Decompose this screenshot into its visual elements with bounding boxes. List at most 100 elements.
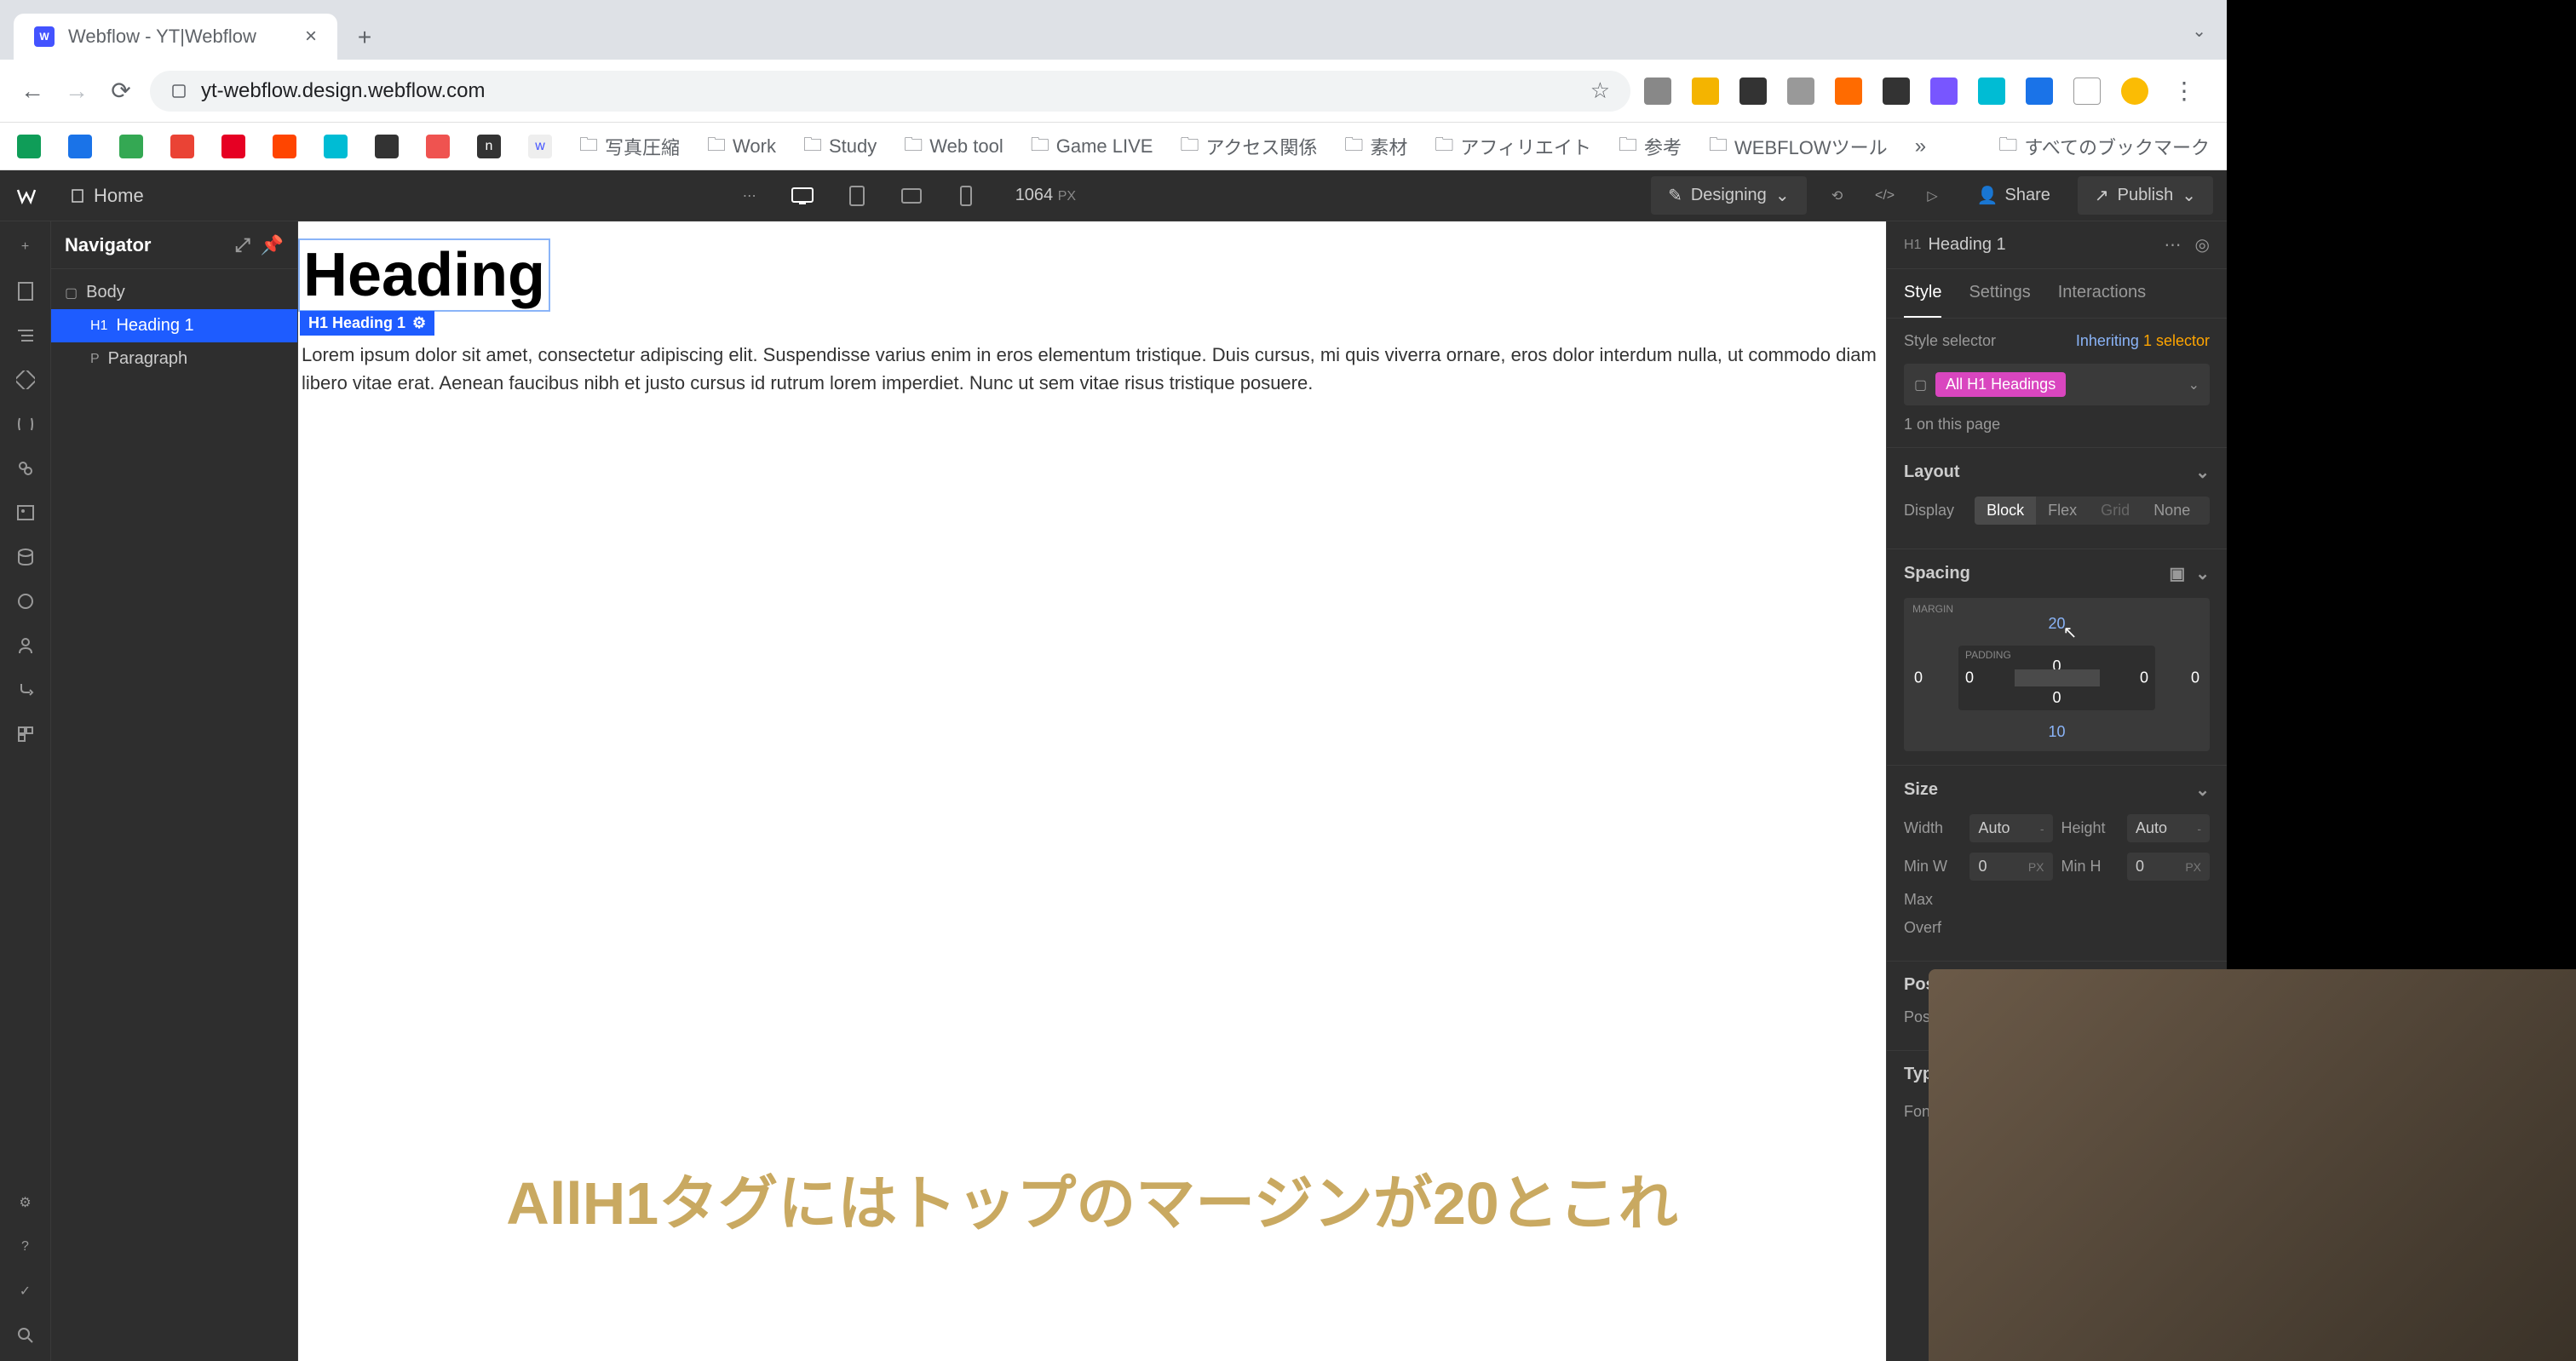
element-tag-label[interactable]: H1 Heading 1 ⚙ [300, 311, 434, 336]
ecommerce-icon[interactable] [14, 589, 37, 613]
ext-icon-8[interactable] [1978, 78, 2005, 105]
spacing-options-icon[interactable]: ▣⌄ [2169, 563, 2210, 584]
users-icon[interactable] [14, 634, 37, 658]
search-icon[interactable] [14, 1324, 37, 1347]
margin-bottom-input[interactable]: 10 [2048, 723, 2065, 741]
tablet-device-button[interactable] [838, 177, 876, 215]
display-grid-button[interactable]: Grid [2089, 497, 2142, 525]
pin-icon[interactable]: 📌 [261, 234, 284, 256]
bookmark-app-5[interactable] [221, 135, 245, 158]
target-icon[interactable]: ◎ [2195, 234, 2210, 256]
variables-icon[interactable] [14, 412, 37, 436]
settings-icon[interactable]: ⚙ [14, 1191, 37, 1215]
share-button[interactable]: 👤Share [1964, 176, 2064, 215]
camera-ext-icon[interactable] [1644, 78, 1671, 105]
tab-dropdown-icon[interactable]: ⌄ [2192, 20, 2206, 42]
tab-style[interactable]: Style [1904, 269, 1941, 318]
bookmark-folder[interactable]: 🗀写真圧縮 [579, 130, 680, 163]
tab-interactions[interactable]: Interactions [2058, 269, 2146, 318]
url-input[interactable]: yt-webflow.design.webflow.com ☆ [150, 71, 1630, 112]
padding-right-input[interactable]: 0 [2140, 669, 2148, 687]
width-input[interactable]: Auto- [1969, 814, 2052, 842]
ext-icon-6[interactable] [1883, 78, 1910, 105]
logic-icon[interactable] [14, 678, 37, 702]
margin-right-input[interactable]: 0 [2191, 669, 2199, 687]
ext-icon-5[interactable] [1835, 78, 1862, 105]
styles-icon[interactable] [14, 457, 37, 480]
collapse-icon[interactable]: ⤢ [235, 234, 250, 256]
add-element-icon[interactable]: + [14, 235, 37, 259]
publish-button[interactable]: ↗Publish⌄ [2078, 176, 2213, 215]
ext-icon-3[interactable] [1739, 78, 1767, 105]
menu-icon[interactable]: ⋮ [2169, 76, 2199, 106]
bookmark-folder[interactable]: 🗀参考 [1619, 130, 1682, 163]
display-flex-button[interactable]: Flex [2036, 497, 2089, 525]
chevron-down-icon[interactable]: ⌄ [2188, 376, 2199, 393]
home-button[interactable]: Home [56, 178, 158, 214]
bookmark-app-4[interactable] [170, 135, 194, 158]
bookmark-app-n[interactable]: n [477, 135, 501, 158]
bookmark-app-6[interactable] [273, 135, 296, 158]
ext-icon-9[interactable] [2026, 78, 2053, 105]
code-icon[interactable]: </> [1868, 179, 1902, 213]
ext-icon-7[interactable] [1930, 78, 1958, 105]
ext-icon-4[interactable] [1787, 78, 1814, 105]
display-none-button[interactable]: None [2142, 497, 2202, 525]
inheriting-link[interactable]: Inheriting 1 selector [2076, 332, 2210, 350]
height-input[interactable]: Auto- [2127, 814, 2210, 842]
bookmark-folder[interactable]: 🗀アフィリエイト [1435, 130, 1591, 163]
display-more-button[interactable]: ⌄ [2202, 497, 2210, 525]
margin-top-input[interactable]: 20 [2048, 615, 2065, 633]
browser-tab[interactable]: W Webflow - YT|Webflow × [14, 14, 337, 60]
layout-section-header[interactable]: Layout ⌄ [1887, 448, 2227, 497]
nav-item-heading[interactable]: H1 Heading 1 [51, 309, 297, 342]
selector-tag-chip[interactable]: All H1 Headings [1935, 372, 2066, 397]
margin-left-input[interactable]: 0 [1914, 669, 1923, 687]
minh-input[interactable]: 0PX [2127, 853, 2210, 881]
bookmark-app-w[interactable]: w [528, 135, 552, 158]
bookmark-app-8[interactable] [375, 135, 399, 158]
bookmark-folder[interactable]: 🗀Web tool [904, 130, 1003, 163]
spacing-section-header[interactable]: Spacing ▣⌄ [1887, 549, 2227, 598]
profile-icon[interactable] [2121, 78, 2148, 105]
webflow-logo-icon[interactable] [14, 183, 39, 209]
sync-icon[interactable]: ⟲ [1820, 179, 1854, 213]
forward-button[interactable]: → [61, 76, 92, 106]
bookmark-app-9[interactable] [426, 135, 450, 158]
desktop-device-button[interactable] [784, 177, 821, 215]
new-tab-button[interactable]: + [348, 20, 382, 55]
more-icon[interactable]: ⋯ [2165, 234, 2182, 256]
bookmark-folder[interactable]: 🗀WEBFLOWツール [1709, 130, 1888, 163]
designing-mode-button[interactable]: ✎Designing⌄ [1651, 176, 1806, 215]
more-options-icon[interactable]: ⋯ [733, 179, 767, 213]
selector-state-icon[interactable]: ▢ [1914, 376, 1927, 393]
bookmark-app-3[interactable] [119, 135, 143, 158]
bookmark-overflow[interactable]: » [1915, 135, 1926, 158]
bookmark-app-7[interactable] [324, 135, 348, 158]
canvas-width[interactable]: 1064 PX [1015, 186, 1076, 205]
preview-icon[interactable]: ▷ [1916, 179, 1950, 213]
mobile-device-button[interactable] [947, 177, 985, 215]
canvas-paragraph-element[interactable]: Lorem ipsum dolor sit amet, consectetur … [298, 337, 1886, 400]
navigator-icon[interactable] [14, 324, 37, 347]
bookmark-app-1[interactable] [17, 135, 41, 158]
components-icon[interactable] [14, 368, 37, 392]
star-icon[interactable]: ☆ [1590, 78, 1610, 104]
reload-button[interactable]: ⟳ [106, 76, 136, 106]
cms-icon[interactable] [14, 545, 37, 569]
help-icon[interactable]: ? [14, 1235, 37, 1259]
padding-bottom-input[interactable]: 0 [2052, 689, 2061, 707]
audit-icon[interactable]: ✓ [14, 1279, 37, 1303]
pages-icon[interactable] [14, 279, 37, 303]
bookmark-folder[interactable]: 🗀素材 [1344, 130, 1407, 163]
design-canvas[interactable]: Heading H1 Heading 1 ⚙ Lorem ipsum dolor… [298, 221, 1886, 1361]
bookmark-folder[interactable]: 🗀アクセス関係 [1180, 130, 1317, 163]
extensions-button[interactable] [2073, 78, 2101, 105]
close-tab-icon[interactable]: × [305, 25, 317, 49]
bookmark-folder[interactable]: 🗀Study [803, 130, 877, 163]
minw-input[interactable]: 0PX [1969, 853, 2052, 881]
back-button[interactable]: ← [17, 76, 48, 106]
assets-icon[interactable] [14, 501, 37, 525]
tag-settings-icon[interactable]: ⚙ [412, 314, 426, 332]
nav-item-body[interactable]: ▢ Body [51, 276, 297, 309]
